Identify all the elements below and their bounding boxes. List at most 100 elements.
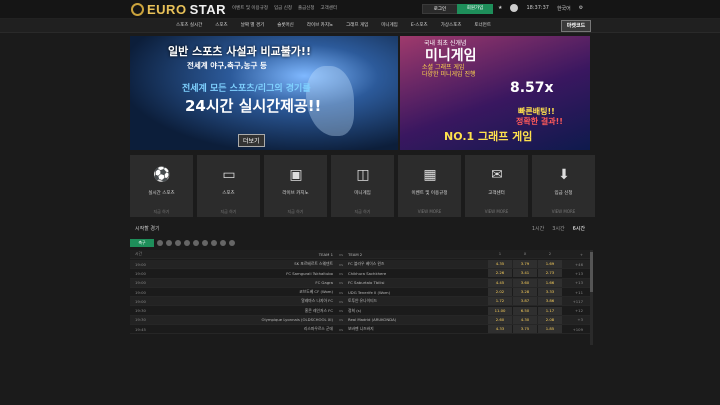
odds-away[interactable]: 2.08 [538,315,562,324]
hockey-icon[interactable] [184,240,190,246]
volleyball-icon[interactable] [175,240,181,246]
card-minigame[interactable]: ◫ 미니게임 지금 하기 [331,155,394,217]
odds-draw[interactable]: 3.60 [513,278,537,287]
nav-item-sports[interactable]: 스포츠 [215,22,227,28]
odds-away[interactable]: 3.86 [538,297,562,306]
table-row[interactable]: 19:30 홍콘 레인저스 FC vs 정희 (s) 11.00 6.50 1.17 +12 [130,306,590,316]
col-2: 2 [548,251,552,257]
match-home-team: SK 포르베르트 스웨덴트 [294,261,333,267]
top-link[interactable]: 출금신청 [298,5,315,11]
table-row[interactable]: 19:00 알레마스 나지아 FC vs 토투얀 유나이티드 1.72 3.87 3.86 +… [130,297,590,307]
odds-home[interactable]: 4.33 [488,325,512,334]
odds-away[interactable]: 2.73 [538,269,562,278]
nav-item-minigame[interactable]: 미니게임 [381,22,398,28]
join-button[interactable]: 회원가입 [457,4,493,14]
top-link[interactable]: 고객센터 [321,5,338,11]
top-links: 이벤트 및 이용규정 입금 신청 출금신청 고객센터 [232,5,337,11]
banner-minigame[interactable]: 국내 최초 신개념 미니게임 소셜 그래프 게임 다양한 미니게임 진행 8.5… [400,36,590,150]
more-markets[interactable]: +13 [563,271,583,276]
esports-icon[interactable] [202,240,208,246]
more-markets[interactable]: +12 [563,308,583,313]
odds-draw[interactable]: 3.28 [513,288,537,297]
odds-away[interactable]: 1.85 [538,325,562,334]
table-row[interactable]: 19:30 Olympique Lyonnais (OLDSCHOOL XI) vs… [130,315,590,326]
language-select[interactable]: 한국어 [557,5,571,12]
odds-draw[interactable]: 3.87 [513,297,537,306]
handball-icon[interactable] [220,240,226,246]
table-row[interactable]: 19:00 FC Gagra vs FC Saburtalo Tbilisi 4.45 3… [130,278,590,288]
odds-draw[interactable]: 3.41 [513,269,537,278]
match-time: 19:30 [135,308,146,314]
odds-home[interactable]: 4.35 [488,260,512,269]
nav-item-live-sports[interactable]: 스포츠 실시간 [176,22,202,28]
odds-draw[interactable]: 6.50 [513,306,537,315]
more-markets[interactable]: +46 [563,262,583,267]
card-deposit[interactable]: ⬇ 입금 신청 VIEW MORE [532,155,595,217]
odds-home[interactable]: 11.00 [488,306,512,315]
sport-filter: 축구 [130,238,235,248]
more-markets[interactable]: +11 [563,290,583,295]
card-support[interactable]: ✉ 고객센터 VIEW MORE [465,155,528,217]
card-event[interactable]: ▦ 이벤트 및 이용규정 VIEW MORE [398,155,461,217]
banner-sports[interactable]: 일반 스포츠 사설과 비교불가!! 전세계 야구,축구,농구 등 전세계 모든 … [130,36,398,150]
logo[interactable]: EURO STAR [131,2,226,17]
market-code-button[interactable]: 마켓코드 [561,20,591,32]
nav-item-tournament[interactable]: 토너먼트 [474,22,491,28]
tennis-icon[interactable] [193,240,199,246]
more-markets[interactable]: +13 [563,280,583,285]
table-row[interactable]: 19:45 리스파우르스 군데 vs 보바멘 니즈바지 4.33 3.75 1.85 +109 [130,325,590,335]
login-button[interactable]: 로그인 [422,4,458,14]
table-row[interactable]: 19:00 SK 포르베르트 스웨덴트 vs FC 블라우 베이스 윈즈 4.35 3.7… [130,260,590,270]
odds-away[interactable]: 1.69 [538,260,562,269]
scrollbar-thumb[interactable] [590,252,593,292]
nav-item-esports[interactable]: E-스포츠 [411,22,428,28]
football-icon[interactable] [211,240,217,246]
match-home-team: FC Samgurali Tskhaltubo [286,270,333,276]
odds-draw[interactable]: 3.79 [513,260,537,269]
table-row[interactable]: 19:00 코브도베 CF (Wom) vs UDG Tenerife II (Wom… [130,288,590,298]
tab-1h[interactable]: 1시간 [532,225,544,232]
table-row[interactable]: 19:00 FC Samgurali Tskhaltubo vs Chikhura S… [130,269,590,279]
more-markets[interactable]: +109 [563,327,583,332]
baseball-icon[interactable] [166,240,172,246]
logo-word1: EURO [147,2,187,17]
basketball-icon[interactable] [157,240,163,246]
nav-item-slots[interactable]: 슬롯머신 [277,22,294,28]
nav-item-by-date[interactable]: 날짜 별 경기 [241,22,265,28]
tab-6h[interactable]: 6시간 [573,225,585,232]
card-sports[interactable]: ▭ 스포츠 지금 하기 [197,155,260,217]
more-markets[interactable]: +3 [563,317,583,322]
filter-soccer[interactable]: 축구 [130,239,154,247]
odds-away[interactable]: 1.17 [538,306,562,315]
etc-icon[interactable] [229,240,235,246]
nav-item-virtual-sports[interactable]: 가상스포츠 [441,22,462,28]
banner-more-button[interactable]: 더보기 [238,134,265,147]
match-away-team: Real Madrid (ARUKONDA) [348,317,397,323]
calendar-icon: ▦ [423,167,437,183]
gear-icon[interactable]: ⚙ [579,5,583,11]
auth-buttons: 로그인 회원가입 [422,4,493,14]
help-icon[interactable] [510,4,519,12]
table-header: 시간 TEAM 1 vs TEAM 2 1 X 2 + [130,250,590,260]
match-time: 19:00 [135,270,146,276]
odds-home[interactable]: 4.45 [488,278,512,287]
tab-3h[interactable]: 3시간 [552,225,564,232]
top-link[interactable]: 이벤트 및 이용규정 [232,5,268,11]
odds-away[interactable]: 1.66 [538,278,562,287]
odds-home[interactable]: 2.02 [488,288,512,297]
odds-away[interactable]: 3.33 [538,288,562,297]
card-live-casino[interactable]: ▣ 라이브 카지노 지금 하기 [264,155,327,217]
odds-home[interactable]: 2.26 [488,269,512,278]
nav-item-graph-game[interactable]: 그래프 게임 [346,22,368,28]
top-bar: EURO STAR 이벤트 및 이용규정 입금 신청 출금신청 고객센터 로그인… [0,0,720,19]
star-icon[interactable]: ★ [498,5,502,11]
more-markets[interactable]: +117 [563,299,583,304]
odds-home[interactable]: 2.60 [488,315,512,324]
time-tabs: 1시간 3시간 6시간 [532,225,585,232]
card-live-sports[interactable]: ⚽ 실시간 스포츠 지금 하기 [130,155,193,217]
odds-draw[interactable]: 3.75 [513,325,537,334]
odds-draw[interactable]: 4.30 [513,315,537,324]
nav-item-live-casino[interactable]: 라이브 카지노 [307,22,333,28]
odds-home[interactable]: 1.72 [488,297,512,306]
top-link[interactable]: 입금 신청 [274,5,292,11]
